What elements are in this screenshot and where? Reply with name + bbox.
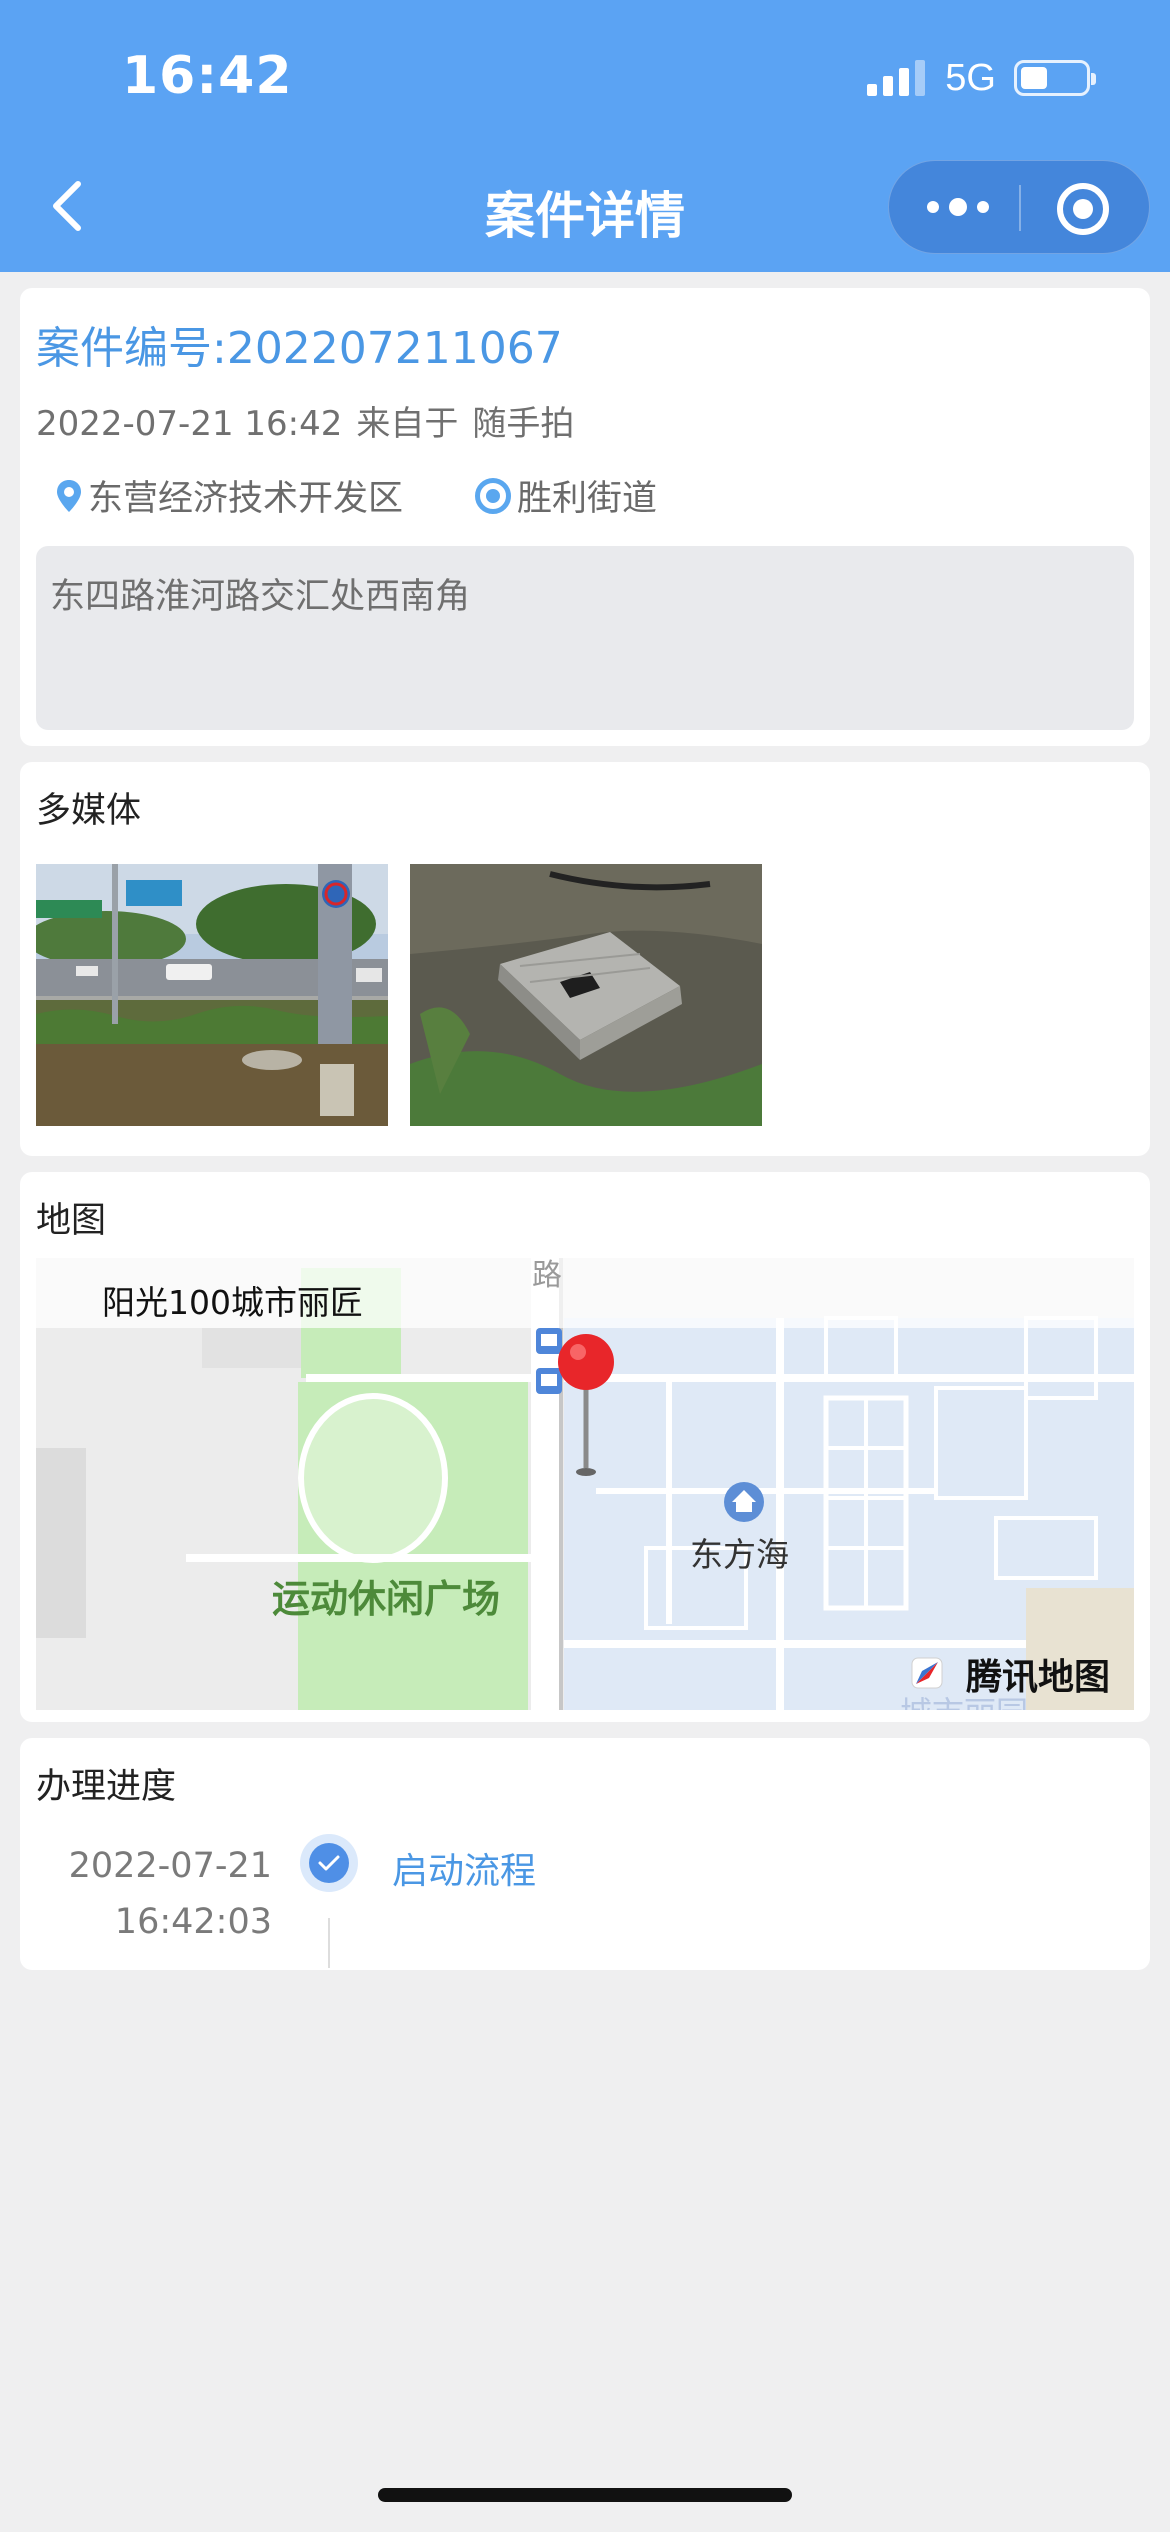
district-label: 东营经济技术开发区 xyxy=(88,479,404,519)
map-title: 地图 xyxy=(36,1201,107,1241)
map-card: 地图 阳光100城市丽匠 路 运动休闲广场 东方海 腾讯地图 xyxy=(20,1172,1150,1722)
map-label-park: 运动休闲广场 xyxy=(272,1577,501,1621)
close-miniprogram-button[interactable] xyxy=(1057,183,1109,235)
network-type: 5G xyxy=(945,56,996,99)
timeline-line xyxy=(328,1918,330,1968)
case-source: 随手拍 xyxy=(472,404,575,444)
street-photo-image xyxy=(36,864,388,1126)
manhole-photo-image xyxy=(410,864,762,1126)
map-label-place: 东方海 xyxy=(690,1535,789,1574)
more-button[interactable] xyxy=(927,198,989,216)
map-view[interactable]: 阳光100城市丽匠 路 运动休闲广场 东方海 城市丽园 腾讯地图 xyxy=(36,1258,1134,1710)
media-photo-2[interactable] xyxy=(410,864,762,1126)
case-datetime: 2022-07-21 16:42 xyxy=(36,404,343,444)
media-photo-1[interactable] xyxy=(36,864,388,1126)
case-meta: 2022-07-21 16:42 来自于 随手拍 xyxy=(36,396,574,445)
source-prefix: 来自于 xyxy=(356,404,459,444)
street-label: 胜利街道 xyxy=(517,479,658,519)
battery-icon xyxy=(1014,60,1096,96)
address-field: 东四路淮河路交汇处西南角 xyxy=(36,546,1134,730)
header-bar: 16:42 5G 案件详情 xyxy=(0,0,1170,272)
status-time: 16:42 xyxy=(122,46,293,106)
media-title: 多媒体 xyxy=(36,791,142,831)
signal-icon xyxy=(867,60,926,96)
step-label[interactable]: 启动流程 xyxy=(392,1842,536,1894)
progress-title: 办理进度 xyxy=(36,1767,177,1807)
tencent-map-logo: 腾讯地图 xyxy=(966,1657,1111,1698)
map-canvas xyxy=(36,1258,1134,1710)
media-card: 多媒体 xyxy=(20,762,1150,1156)
location-pin-icon xyxy=(57,479,81,512)
location-row: 东营经济技术开发区 胜利街道 xyxy=(56,470,657,521)
street-tag: 胜利街道 xyxy=(475,470,657,521)
miniprogram-capsule xyxy=(888,160,1150,254)
progress-card: 办理进度 2022-07-21 16:42:03 启动流程 xyxy=(20,1738,1150,1970)
status-indicators: 5G xyxy=(867,54,1096,102)
map-label-community: 阳光100城市丽匠 xyxy=(102,1283,363,1322)
case-info-card: 案件编号:202207211067 2022-07-21 16:42 来自于 随手拍… xyxy=(20,288,1150,746)
home-indicator[interactable] xyxy=(378,2488,792,2502)
step-time: 16:42:03 xyxy=(114,1902,272,1942)
district-tag: 东营经济技术开发区 xyxy=(56,470,403,521)
map-label-road: 路 xyxy=(532,1258,562,1293)
check-icon xyxy=(300,1834,358,1892)
street-location-icon xyxy=(475,477,512,514)
case-number: 案件编号:202207211067 xyxy=(36,323,563,374)
step-date: 2022-07-21 xyxy=(68,1846,272,1886)
